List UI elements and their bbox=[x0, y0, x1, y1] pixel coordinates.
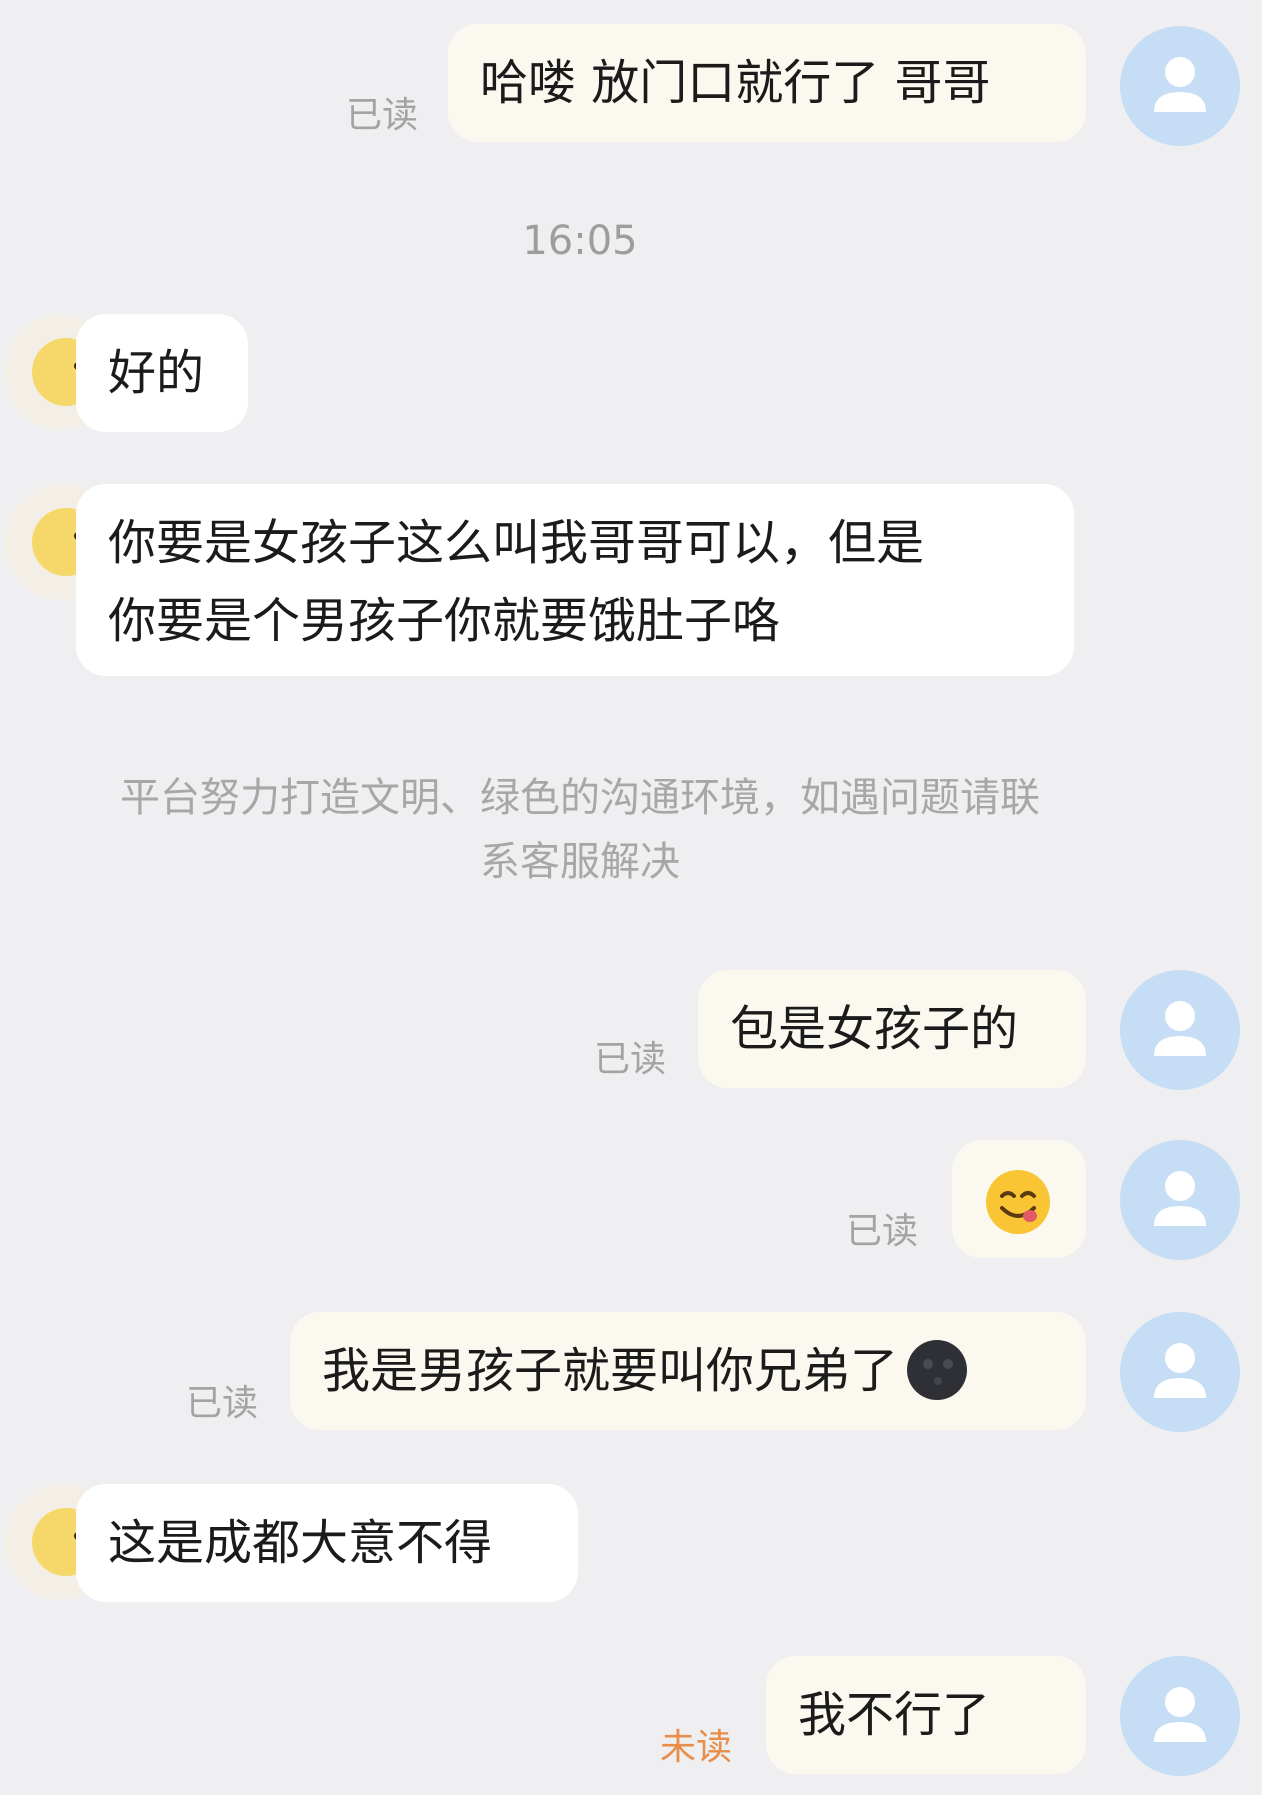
message-text: 包是女孩子的 bbox=[730, 1001, 1019, 1057]
my-avatar[interactable] bbox=[1120, 1312, 1240, 1432]
user-silhouette-icon bbox=[1154, 1171, 1206, 1226]
new-moon-face-icon bbox=[907, 1340, 968, 1400]
notice-line: 平台努力打造文明、绿色的沟通环境，如遇问题请联 bbox=[120, 775, 1040, 821]
my-avatar[interactable] bbox=[1120, 26, 1240, 146]
user-silhouette-icon bbox=[1154, 1343, 1206, 1398]
message-text: 哈喽 放门口就行了 哥哥 bbox=[480, 55, 991, 111]
message-text: 这是成都大意不得 bbox=[108, 1515, 493, 1571]
message-text-line: 你要是个男孩子你就要饿肚子咯 bbox=[108, 593, 781, 649]
user-silhouette-icon bbox=[1154, 1687, 1206, 1742]
platform-notice: 平台努力打造文明、绿色的沟通环境，如遇问题请联 系客服解决 bbox=[60, 766, 1100, 894]
message-bubble-incoming[interactable]: 这是成都大意不得 bbox=[76, 1484, 578, 1602]
message-bubble-incoming[interactable]: 好的 bbox=[76, 314, 248, 432]
message-bubble-outgoing[interactable] bbox=[952, 1140, 1086, 1258]
message-bubble-outgoing[interactable]: 我是男孩子就要叫你兄弟了 bbox=[290, 1312, 1086, 1430]
read-status: 已读 bbox=[594, 1039, 667, 1080]
message-text: 我不行了 bbox=[798, 1687, 991, 1743]
user-silhouette-icon bbox=[1154, 57, 1206, 112]
message-timestamp: 16:05 bbox=[522, 218, 638, 264]
read-status: 已读 bbox=[186, 1383, 259, 1424]
message-bubble-outgoing[interactable]: 我不行了 bbox=[766, 1656, 1086, 1774]
message-text: 好的 bbox=[108, 345, 205, 401]
my-avatar[interactable] bbox=[1120, 1140, 1240, 1260]
user-silhouette-icon bbox=[1154, 1001, 1206, 1056]
message-text: 我是男孩子就要叫你兄弟了 bbox=[322, 1343, 899, 1399]
unread-status: 未读 bbox=[660, 1727, 733, 1768]
message-bubble-incoming[interactable]: 你要是女孩子这么叫我哥哥可以，但是 你要是个男孩子你就要饿肚子咯 bbox=[76, 484, 1074, 676]
read-status: 已读 bbox=[346, 95, 419, 136]
message-bubble-outgoing[interactable]: 哈喽 放门口就行了 哥哥 bbox=[448, 24, 1086, 142]
read-status: 已读 bbox=[846, 1211, 919, 1252]
notice-line: 系客服解决 bbox=[480, 839, 680, 885]
message-text-line: 你要是女孩子这么叫我哥哥可以，但是 bbox=[108, 515, 925, 571]
yum-face-icon bbox=[986, 1170, 1050, 1234]
message-bubble-outgoing[interactable]: 包是女孩子的 bbox=[698, 970, 1086, 1088]
my-avatar[interactable] bbox=[1120, 1656, 1240, 1776]
my-avatar[interactable] bbox=[1120, 970, 1240, 1090]
